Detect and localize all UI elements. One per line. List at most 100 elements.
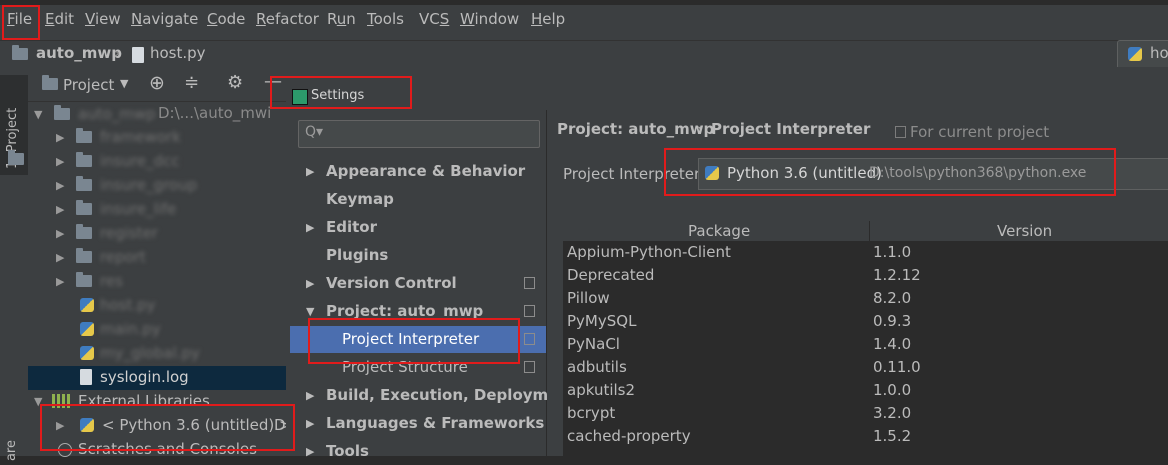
chevron-down-icon[interactable]: ▼ (120, 77, 128, 90)
python-file-icon (80, 298, 94, 312)
project-scope-icon (524, 361, 535, 373)
package-version: 1.5.2 (873, 427, 912, 445)
tree-item[interactable]: my_global.py (28, 342, 290, 366)
tree-item[interactable]: ▶ register (28, 222, 290, 246)
package-version: 1.2.12 (873, 266, 921, 284)
table-row[interactable]: PyNaCl 1.4.0 (563, 333, 1168, 356)
project-scope-icon (524, 305, 535, 317)
structure-tab-label[interactable]: are (4, 440, 19, 461)
tree-item[interactable]: ▶ res (28, 270, 290, 294)
package-name: PyNaCl (567, 335, 620, 353)
collapse-arrow-icon: ▼ (306, 305, 315, 318)
annotation-box-interpreter (664, 148, 1116, 196)
menu-edit[interactable]: Edit (45, 10, 74, 28)
tree-item-label: my_global.py (100, 344, 200, 362)
menu-tools[interactable]: Tools (367, 10, 404, 28)
package-version: 1.4.0 (873, 335, 912, 353)
settings-nav-editor[interactable]: ▶ Editor (290, 214, 546, 241)
tree-item-label: res (100, 272, 123, 290)
tree-root-path: D:\...\auto_mwi (158, 104, 272, 122)
tree-item[interactable]: ▶ insure_dcc (28, 150, 290, 174)
breadcrumb-file[interactable]: host.py (150, 44, 206, 62)
settings-nav-languages[interactable]: ▶ Languages & Frameworks (290, 410, 546, 437)
table-row[interactable]: bcrypt 3.2.0 (563, 402, 1168, 425)
tree-root[interactable]: ▼ auto_mwp D:\...\auto_mwi (28, 103, 290, 127)
tree-item[interactable]: ▶ insure_life (28, 198, 290, 222)
tree-item-label: insure_dcc (100, 152, 180, 170)
nav-label: Appearance & Behavior (326, 162, 526, 180)
content-breadcrumb-page: Project Interpreter (711, 120, 871, 138)
expand-arrow-icon: ▶ (56, 227, 65, 240)
tree-item[interactable]: main.py (28, 318, 290, 342)
expand-arrow-icon: ▶ (306, 221, 315, 234)
tree-item[interactable]: ▶ framework (28, 126, 290, 150)
expand-arrow-icon: ▶ (56, 203, 65, 216)
menu-help[interactable]: Help (531, 10, 565, 28)
run-config-button[interactable]: ho (1117, 40, 1168, 70)
navigation-bar: auto_mwp › host.py ho (0, 40, 1168, 70)
gear-icon[interactable]: ⚙ (227, 72, 243, 93)
package-version: 8.2.0 (873, 289, 912, 307)
table-row[interactable]: Appium-Python-Client 1.1.0 (563, 241, 1168, 264)
settings-nav-build[interactable]: ▶ Build, Execution, Deployment (290, 382, 576, 409)
target-icon[interactable]: ⊕ (149, 72, 165, 94)
project-scope-icon (895, 126, 906, 138)
project-view-icon (42, 75, 58, 90)
collapse-all-icon[interactable]: ≑ (184, 72, 199, 93)
breadcrumb-project[interactable]: auto_mwp (36, 44, 122, 62)
tree-item-label: framework (100, 128, 181, 146)
table-row[interactable]: Pillow 8.2.0 (563, 287, 1168, 310)
nav-label: Languages & Frameworks (326, 414, 545, 432)
menu-navigate[interactable]: Navigate (131, 10, 198, 28)
package-name: bcrypt (567, 404, 616, 422)
folder-icon (8, 150, 24, 165)
menu-vcs[interactable]: VCS (419, 10, 449, 28)
menu-refactor[interactable]: Refactor (256, 10, 319, 28)
window-title-strip (0, 0, 1168, 5)
annotation-box-python-lib (40, 404, 295, 451)
menu-run[interactable]: Run (327, 10, 356, 28)
column-header-version[interactable]: Version (870, 221, 1168, 241)
tree-item[interactable]: ▶ report (28, 246, 290, 270)
table-row[interactable]: cached-property 1.5.2 (563, 425, 1168, 448)
folder-icon (54, 105, 70, 120)
table-row[interactable]: PyMySQL 0.9.3 (563, 310, 1168, 333)
tree-item[interactable]: ▶ insure_group (28, 174, 290, 198)
package-version: 1.1.0 (873, 243, 912, 261)
settings-nav-tools[interactable]: ▶ Tools (290, 438, 546, 465)
expand-arrow-icon: ▶ (306, 417, 315, 430)
column-header-package[interactable]: Package (563, 221, 870, 241)
folder-icon (76, 128, 92, 143)
settings-nav-keymap[interactable]: Keymap (290, 186, 546, 213)
settings-nav-vcs[interactable]: ▶ Version Control (290, 270, 546, 297)
python-file-icon (132, 47, 144, 63)
project-scope-icon (524, 277, 535, 289)
project-view-title[interactable]: Project (63, 76, 114, 94)
tree-item-label: host.py (100, 296, 156, 314)
expand-arrow-icon: ▶ (56, 155, 65, 168)
menu-code[interactable]: Code (207, 10, 245, 28)
folder-icon (76, 272, 92, 287)
expand-arrow-icon: ▶ (56, 131, 65, 144)
header-label: Package (688, 222, 751, 240)
package-name: adbutils (567, 358, 627, 376)
folder-icon (12, 45, 28, 60)
expand-arrow-icon: ▶ (56, 275, 65, 288)
table-row[interactable]: Deprecated 1.2.12 (563, 264, 1168, 287)
settings-search-input[interactable]: Q▾ (298, 120, 540, 148)
expand-arrow-icon: ▶ (306, 277, 315, 290)
table-row[interactable]: apkutils2 1.0.0 (563, 379, 1168, 402)
menu-window[interactable]: Window (460, 10, 519, 28)
settings-dialog-titlebar: Settings (286, 83, 1168, 111)
nav-label: Build, Execution, Deployment (326, 386, 577, 404)
tree-item-selected[interactable]: syslogin.log (28, 366, 290, 390)
menu-view[interactable]: View (85, 10, 121, 28)
package-version: 0.9.3 (873, 312, 912, 330)
project-panel-header: Project ▼ ⊕ ≑ ⚙ — (28, 67, 290, 102)
table-row[interactable]: adbutils 0.11.0 (563, 356, 1168, 379)
settings-nav-plugins[interactable]: Plugins (290, 242, 546, 269)
tree-item[interactable]: host.py (28, 294, 290, 318)
settings-nav-appearance[interactable]: ▶ Appearance & Behavior (290, 158, 546, 185)
package-name: Pillow (567, 289, 610, 307)
expand-arrow-icon: ▶ (306, 165, 315, 178)
